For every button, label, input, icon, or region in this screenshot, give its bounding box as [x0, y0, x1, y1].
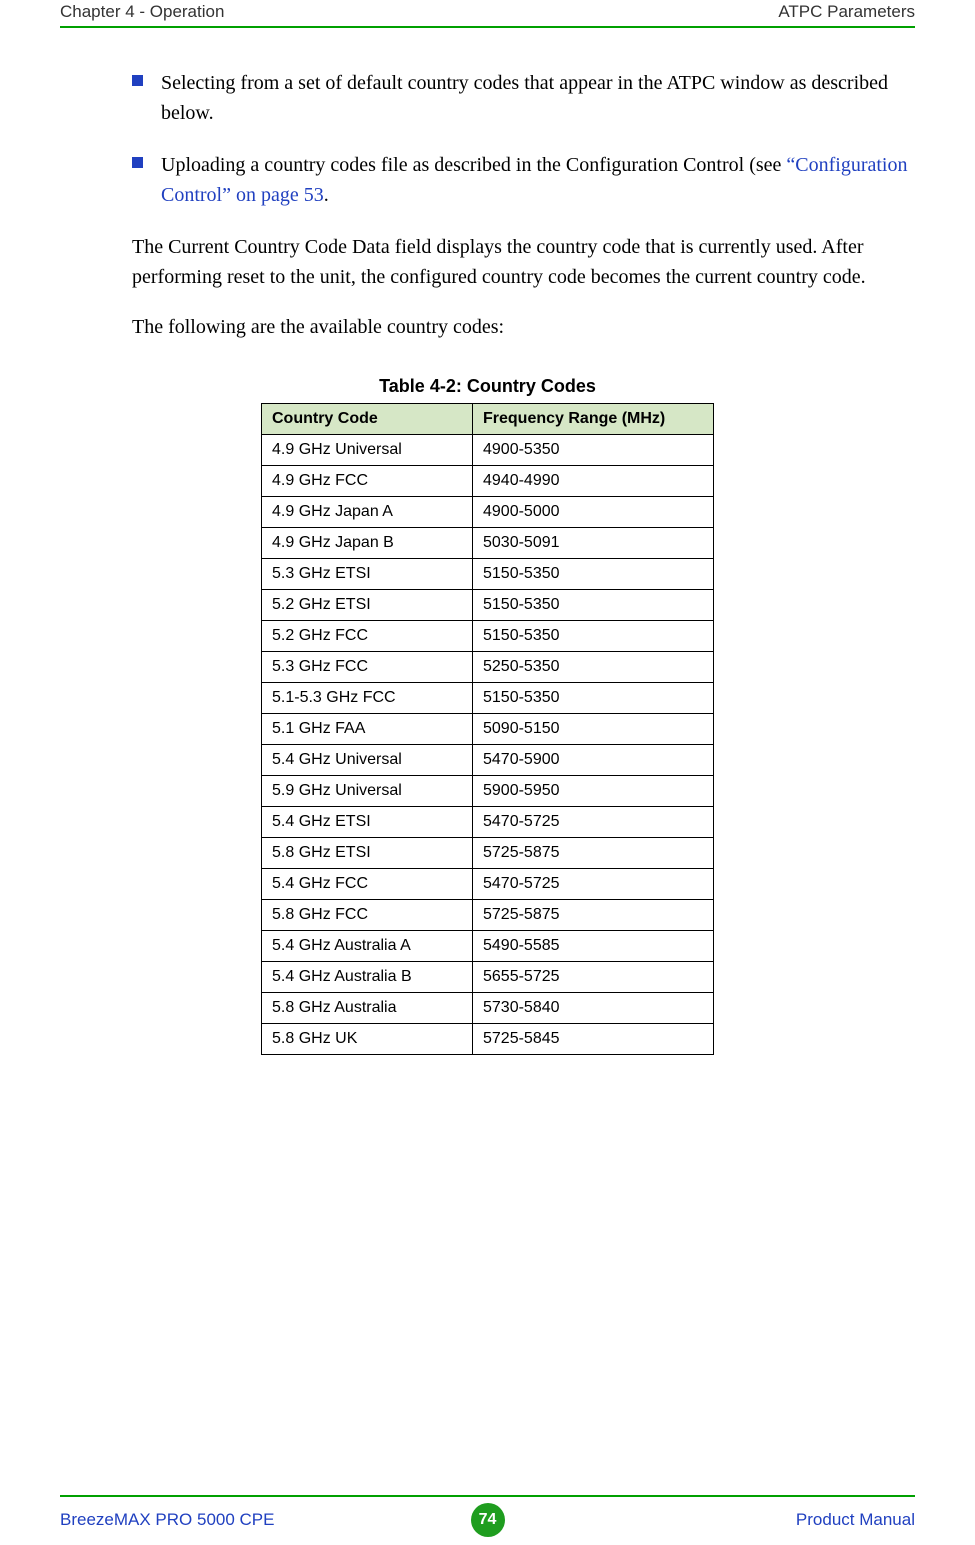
- table-caption: Table 4-2: Country Codes: [60, 376, 915, 397]
- table-row: 5.8 GHz ETSI5725-5875: [262, 838, 714, 869]
- table-cell: 5.2 GHz ETSI: [262, 590, 473, 621]
- table-row: 5.3 GHz FCC5250-5350: [262, 652, 714, 683]
- bullet-text: Uploading a country codes file as descri…: [161, 150, 915, 210]
- country-codes-table: Country Code Frequency Range (MHz) 4.9 G…: [261, 403, 714, 1055]
- table-row: 5.3 GHz ETSI5150-5350: [262, 559, 714, 590]
- table-cell: 5655-5725: [473, 962, 714, 993]
- table-row: 5.8 GHz UK5725-5845: [262, 1024, 714, 1055]
- table-row: 5.4 GHz Australia B5655-5725: [262, 962, 714, 993]
- table-cell: 4.9 GHz Japan A: [262, 497, 473, 528]
- table-cell: 5725-5875: [473, 900, 714, 931]
- table-row: 4.9 GHz Japan A4900-5000: [262, 497, 714, 528]
- bullet-text: Selecting from a set of default country …: [161, 68, 915, 128]
- table-row: 5.4 GHz Australia A5490-5585: [262, 931, 714, 962]
- table-cell: 4.9 GHz FCC: [262, 466, 473, 497]
- table-cell: 5470-5725: [473, 807, 714, 838]
- table-row: 4.9 GHz Universal4900-5350: [262, 435, 714, 466]
- table-row: 5.9 GHz Universal5900-5950: [262, 776, 714, 807]
- table-cell: 5.1-5.3 GHz FCC: [262, 683, 473, 714]
- table-cell: 5470-5725: [473, 869, 714, 900]
- page-footer: BreezeMAX PRO 5000 CPE 74 Product Manual: [0, 1495, 975, 1537]
- table-cell: 5150-5350: [473, 559, 714, 590]
- bullet-item: Selecting from a set of default country …: [132, 68, 915, 128]
- table-row: 5.1-5.3 GHz FCC5150-5350: [262, 683, 714, 714]
- table-cell: 5.4 GHz Universal: [262, 745, 473, 776]
- page-header: Chapter 4 - Operation ATPC Parameters: [60, 0, 915, 28]
- table-cell: 5.8 GHz UK: [262, 1024, 473, 1055]
- body-paragraph: The following are the available country …: [132, 312, 915, 342]
- table-cell: 5725-5845: [473, 1024, 714, 1055]
- footer-left: BreezeMAX PRO 5000 CPE: [60, 1510, 274, 1530]
- table-cell: 5.4 GHz Australia B: [262, 962, 473, 993]
- body-paragraph: The Current Country Code Data field disp…: [132, 232, 915, 292]
- table-header-cell: Frequency Range (MHz): [473, 404, 714, 435]
- table-row: 5.8 GHz FCC5725-5875: [262, 900, 714, 931]
- table-cell: 5.2 GHz FCC: [262, 621, 473, 652]
- table-cell: 5250-5350: [473, 652, 714, 683]
- bullet-item: Uploading a country codes file as descri…: [132, 150, 915, 210]
- table-row: 5.4 GHz Universal5470-5900: [262, 745, 714, 776]
- table-cell: 5030-5091: [473, 528, 714, 559]
- table-row: 5.2 GHz FCC5150-5350: [262, 621, 714, 652]
- table-cell: 5730-5840: [473, 993, 714, 1024]
- table-cell: 5090-5150: [473, 714, 714, 745]
- table-header-row: Country Code Frequency Range (MHz): [262, 404, 714, 435]
- table-row: 4.9 GHz Japan B5030-5091: [262, 528, 714, 559]
- table-cell: 4.9 GHz Universal: [262, 435, 473, 466]
- table-cell: 4.9 GHz Japan B: [262, 528, 473, 559]
- table-cell: 5150-5350: [473, 621, 714, 652]
- table-row: 5.1 GHz FAA5090-5150: [262, 714, 714, 745]
- table-row: 5.8 GHz Australia5730-5840: [262, 993, 714, 1024]
- table-row: 5.2 GHz ETSI5150-5350: [262, 590, 714, 621]
- table-row: 4.9 GHz FCC4940-4990: [262, 466, 714, 497]
- bullet-icon: [132, 75, 143, 86]
- table-cell: 5.3 GHz ETSI: [262, 559, 473, 590]
- footer-right: Product Manual: [796, 1510, 915, 1530]
- table-cell: 5.9 GHz Universal: [262, 776, 473, 807]
- table-cell: 5490-5585: [473, 931, 714, 962]
- table-cell: 5.8 GHz Australia: [262, 993, 473, 1024]
- table-cell: 5.1 GHz FAA: [262, 714, 473, 745]
- table-row: 5.4 GHz FCC5470-5725: [262, 869, 714, 900]
- table-cell: 5470-5900: [473, 745, 714, 776]
- page-number-badge: 74: [471, 1503, 505, 1537]
- table-cell: 5.8 GHz ETSI: [262, 838, 473, 869]
- header-left: Chapter 4 - Operation: [60, 2, 224, 22]
- header-right: ATPC Parameters: [778, 2, 915, 22]
- table-cell: 5.4 GHz FCC: [262, 869, 473, 900]
- bullet-icon: [132, 157, 143, 168]
- table-cell: 5725-5875: [473, 838, 714, 869]
- table-cell: 5.3 GHz FCC: [262, 652, 473, 683]
- table-cell: 5900-5950: [473, 776, 714, 807]
- table-row: 5.4 GHz ETSI5470-5725: [262, 807, 714, 838]
- table-header-cell: Country Code: [262, 404, 473, 435]
- table-cell: 4900-5000: [473, 497, 714, 528]
- table-cell: 5.4 GHz Australia A: [262, 931, 473, 962]
- table-cell: 4900-5350: [473, 435, 714, 466]
- table-cell: 5150-5350: [473, 590, 714, 621]
- table-cell: 5.4 GHz ETSI: [262, 807, 473, 838]
- table-cell: 4940-4990: [473, 466, 714, 497]
- table-cell: 5.8 GHz FCC: [262, 900, 473, 931]
- table-cell: 5150-5350: [473, 683, 714, 714]
